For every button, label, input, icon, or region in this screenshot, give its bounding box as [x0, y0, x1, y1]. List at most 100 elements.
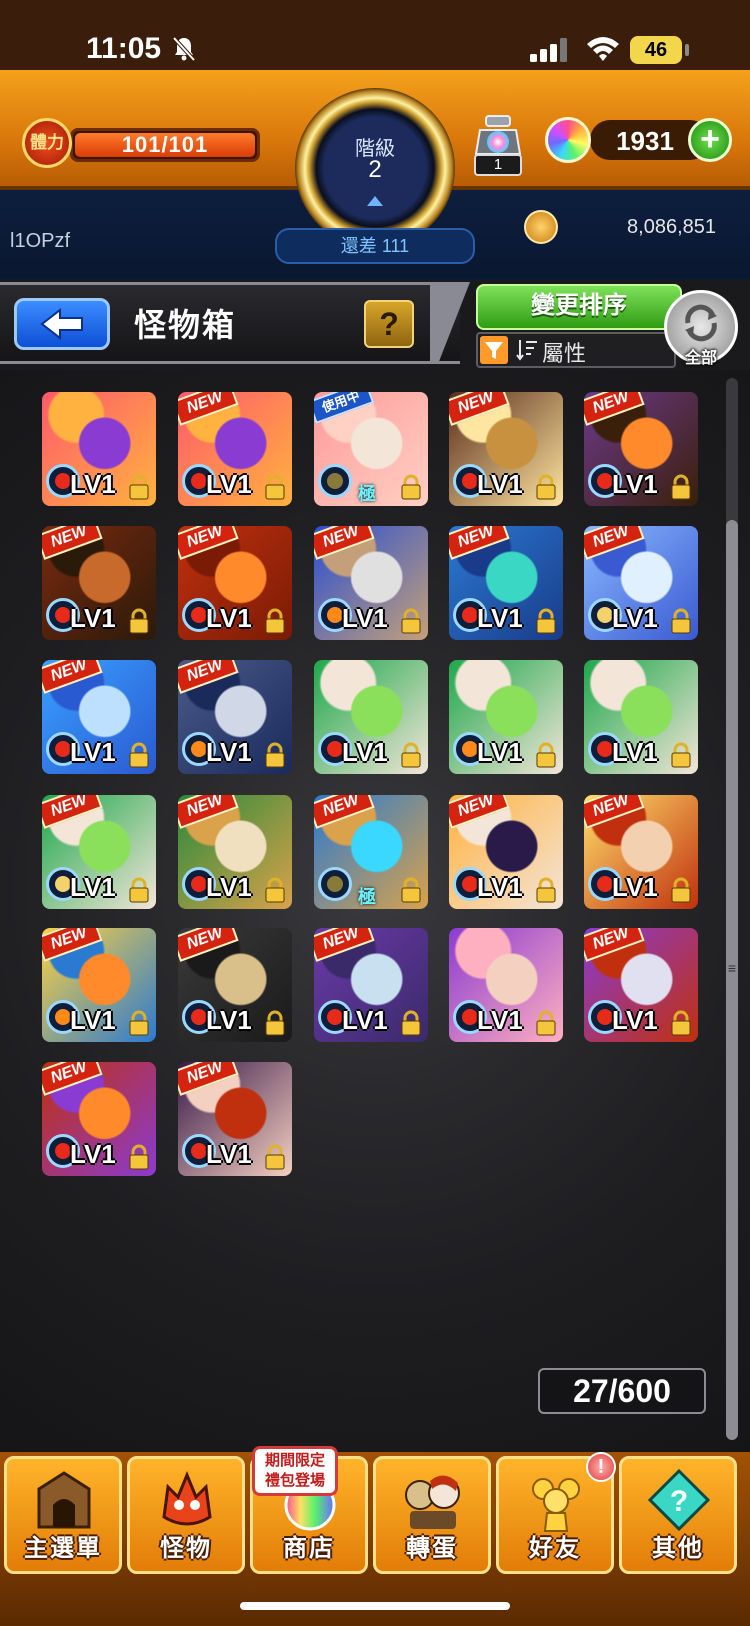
monster-card[interactable]: NEW LV1 [314, 526, 428, 640]
monster-card[interactable]: NEW LV1 [42, 795, 156, 909]
element-gem-icon [597, 1009, 613, 1025]
monster-card[interactable]: LV1 [584, 660, 698, 774]
gacha-characters-icon [405, 1475, 460, 1529]
monster-card[interactable]: LV1 [42, 392, 156, 506]
lock-icon [265, 1144, 285, 1170]
monster-card[interactable]: 使用中極 [314, 392, 428, 506]
element-dark-icon [318, 464, 352, 498]
monster-card[interactable]: NEW LV1 [42, 526, 156, 640]
lock-icon [401, 1010, 421, 1036]
monster-level: LV1 [70, 872, 116, 902]
nav-other-label: 其他 [652, 1535, 704, 1562]
lock-icon [265, 1010, 285, 1036]
element-gem-icon [191, 607, 207, 623]
lock-icon [401, 742, 421, 768]
lock-icon [536, 877, 556, 903]
monster-level: LV1 [206, 603, 252, 633]
nav-home[interactable]: 主選單 [4, 1456, 122, 1574]
element-gem-icon [597, 741, 613, 757]
lock-icon [671, 877, 691, 903]
friends-icon [532, 1478, 580, 1532]
filter-icon[interactable] [480, 336, 508, 364]
monster-level: LV1 [70, 469, 116, 499]
element-gem-icon [55, 741, 71, 757]
monster-level: LV1 [342, 737, 388, 767]
monster-card[interactable]: NEW LV1 [178, 928, 292, 1042]
nav-monster[interactable]: 怪物 [127, 1456, 245, 1574]
monster-card[interactable]: LV1 [314, 660, 428, 774]
change-sort-button[interactable]: 變更排序 [476, 284, 682, 330]
nav-gacha-label: 轉蛋 [406, 1535, 458, 1562]
monster-card[interactable]: NEW LV1 [178, 526, 292, 640]
monster-level: LV1 [477, 469, 523, 499]
monster-card[interactable]: NEW LV1 [178, 660, 292, 774]
element-gem-icon [55, 876, 71, 892]
lock-icon [671, 742, 691, 768]
monster-card[interactable]: NEW LV1 [42, 1062, 156, 1176]
monster-card[interactable]: NEW LV1 [584, 526, 698, 640]
element-gem-icon [462, 1009, 478, 1025]
orb-count: 1931 [616, 126, 674, 156]
nav-shop-label: 商店 [283, 1535, 335, 1562]
nav-gacha[interactable]: 轉蛋 [373, 1456, 491, 1574]
monster-level: LV1 [477, 872, 523, 902]
monster-level: LV1 [206, 872, 252, 902]
monster-card[interactable]: NEW LV1 [584, 795, 698, 909]
nav-other[interactable]: ? 其他 [619, 1456, 737, 1574]
element-gem-icon [55, 473, 71, 489]
lock-icon [265, 474, 285, 500]
lock-icon [129, 1144, 149, 1170]
monster-card[interactable]: NEW LV1 [584, 392, 698, 506]
gold-coin-icon [524, 210, 558, 244]
page-title: 怪物箱 [134, 307, 237, 343]
monster-card[interactable]: NEW 極 [314, 795, 428, 909]
monster-card[interactable]: NEW LV1 [449, 795, 563, 909]
monster-level: LV1 [477, 737, 523, 767]
monster-level: LV1 [70, 737, 116, 767]
monster-level: LV1 [70, 603, 116, 633]
monster-card[interactable]: NEW LV1 [314, 928, 428, 1042]
monster-card[interactable]: NEW LV1 [178, 795, 292, 909]
back-arrow-icon [40, 308, 83, 340]
monster-card[interactable]: LV1 [449, 928, 563, 1042]
monster-card[interactable]: NEW LV1 [178, 392, 292, 506]
help-button[interactable]: ? [364, 300, 414, 348]
monster-card[interactable]: NEW LV1 [42, 660, 156, 774]
element-gem-icon [327, 876, 343, 892]
element-gem-icon [327, 473, 343, 489]
monster-level: LV1 [206, 737, 252, 767]
monster-card[interactable]: NEW LV1 [449, 526, 563, 640]
lock-icon [671, 474, 691, 500]
lock-icon [401, 877, 421, 903]
element-gem-icon [597, 473, 613, 489]
lock-icon [401, 608, 421, 634]
orb-icon [545, 117, 591, 163]
gold-value: 8,086,851 [627, 216, 716, 238]
add-orbs-button[interactable]: + [688, 118, 732, 162]
element-gem-icon [191, 1009, 207, 1025]
promo-badge[interactable]: 期間限定 禮包登場 [252, 1446, 338, 1496]
element-gem-icon [55, 1009, 71, 1025]
monster-card[interactable]: NEW LV1 [449, 392, 563, 506]
element-gem-icon [327, 741, 343, 757]
box-capacity: 27/600 [538, 1368, 706, 1414]
monster-level: LV1 [477, 603, 523, 633]
lock-icon [129, 742, 149, 768]
lock-icon [671, 608, 691, 634]
castle-gate-icon [37, 1471, 91, 1529]
monster-card[interactable]: NEW LV1 [178, 1062, 292, 1176]
potion-count: 1 [474, 154, 522, 176]
lock-icon [129, 1010, 149, 1036]
monster-level: LV1 [612, 469, 658, 499]
monster-card[interactable]: NEW LV1 [42, 928, 156, 1042]
status-time: 11:05 [86, 32, 162, 65]
lock-icon [129, 608, 149, 634]
lock-icon [129, 877, 149, 903]
promo-line-1: 期間限定 [264, 1452, 325, 1469]
monster-card[interactable]: LV1 [449, 660, 563, 774]
element-gem-icon [327, 1009, 343, 1025]
element-gem-icon [191, 1143, 207, 1159]
monster-card[interactable]: NEW LV1 [584, 928, 698, 1042]
battery-tip [685, 44, 689, 56]
home-indicator[interactable] [240, 1602, 510, 1610]
